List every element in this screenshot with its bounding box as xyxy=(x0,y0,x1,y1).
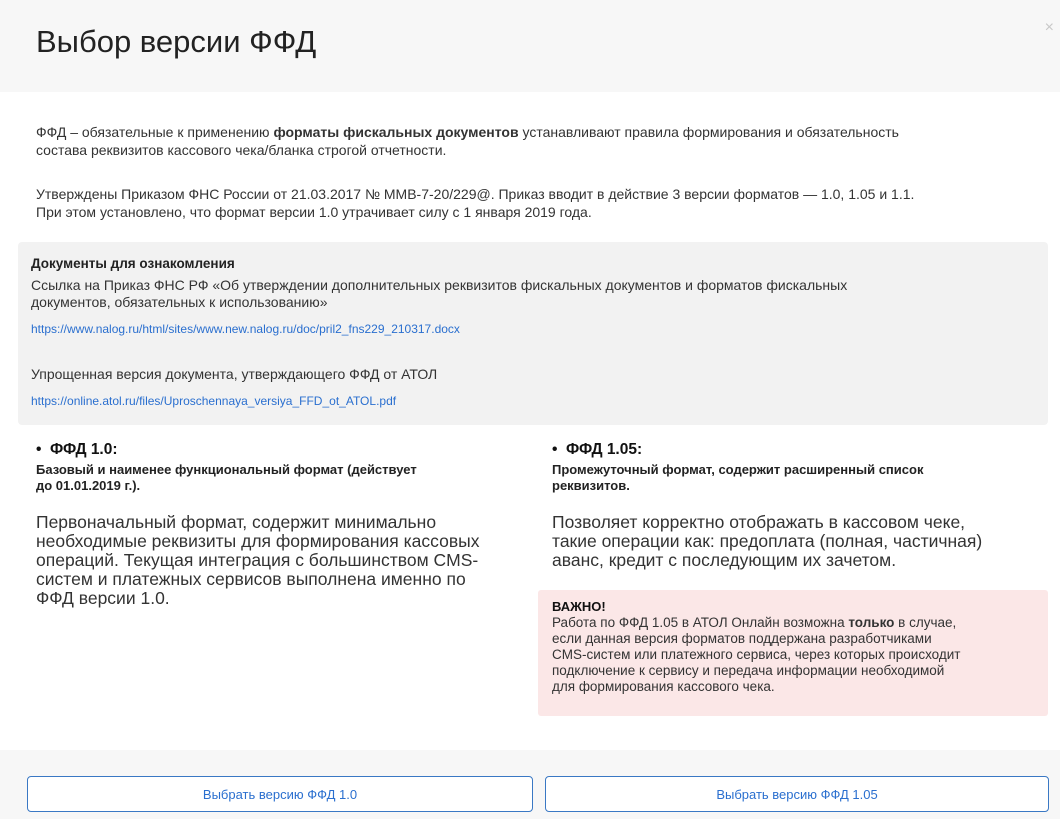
notice-line: если данная версия форматов поддержана р… xyxy=(552,631,932,646)
intro-text: Утверждены Приказом ФНС России от 21.03.… xyxy=(36,186,915,202)
bullet: • xyxy=(36,441,42,458)
select-ffd105-button[interactable]: Выбрать версию ФФД 1.05 xyxy=(545,776,1049,812)
ffd10-desc-text: систем и платежных сервисов выполнена им… xyxy=(36,569,466,589)
notice-title: ВАЖНО! xyxy=(552,599,606,614)
ffd10-desc-text: ФФД версии 1.0. xyxy=(36,588,170,608)
notice-line: подключение к сервису и передача информа… xyxy=(552,663,945,678)
ffd105-subtitle: Промежуточный формат, содержит расширенн… xyxy=(552,462,1042,494)
close-icon[interactable]: × xyxy=(1045,20,1054,36)
doc1-link[interactable]: https://www.nalog.ru/html/sites/www.new.… xyxy=(31,322,460,336)
doc1-text: Ссылка на Приказ ФНС РФ «Об утверждении … xyxy=(31,277,848,293)
ffd105-desc-text: такие операции как: предоплата (полная, … xyxy=(552,531,983,551)
documents-panel: Документы для ознакомления Ссылка на При… xyxy=(18,242,1048,425)
ffd10-subtitle-text: до 01.01.2019 г.). xyxy=(36,478,141,493)
ffd105-description: Позволяет корректно отображать в кассово… xyxy=(552,513,1042,570)
doc2-description: Упрощенная версия документа, утверждающе… xyxy=(31,366,438,382)
ffd10-subtitle-text: Базовый и наименее функциональный формат… xyxy=(36,462,417,477)
ffd10-title: ФФД 1.0: xyxy=(50,441,118,458)
intro-text: ФФД – обязательные к применению xyxy=(36,124,274,140)
notice-bold: только xyxy=(848,615,895,630)
ffd10-column: • ФФД 1.0: Базовый и наименее функциональ… xyxy=(36,440,526,608)
intro-paragraph-2: Утверждены Приказом ФНС России от 21.03.… xyxy=(36,185,1036,221)
notice-line: Работа по ФФД 1.05 в АТОЛ Онлайн возможн… xyxy=(552,615,849,630)
ffd10-subtitle: Базовый и наименее функциональный формат… xyxy=(36,462,526,494)
dialog-title: Выбор версии ФФД xyxy=(36,24,317,59)
notice-line: для формирования кассового чека. xyxy=(552,679,775,694)
select-ffd10-button[interactable]: Выбрать версию ФФД 1.0 xyxy=(27,776,533,812)
ffd105-desc-text: аванс, кредит с последующим их зачетом. xyxy=(552,550,897,570)
doc1-text: документов, обязательных к использованию… xyxy=(31,294,328,310)
ffd-version-dialog: Выбор версии ФФД × ФФД – обязательные к … xyxy=(0,0,1060,819)
intro-bold-text: форматы фискальных документов xyxy=(273,124,519,140)
notice-line: в случае, xyxy=(894,615,957,630)
intro-text: устанавливают правила формирования и обя… xyxy=(518,124,899,140)
ffd10-description: Первоначальный формат, содержит минималь… xyxy=(36,513,526,608)
ffd10-desc-text: необходимые реквизиты для формирования к… xyxy=(36,531,480,551)
notice-line: CMS-систем или платежного сервиса, через… xyxy=(552,647,961,662)
ffd105-desc-text: Позволяет корректно отображать в кассово… xyxy=(552,512,966,532)
ffd10-desc-text: операций. Текущая интеграция с большинст… xyxy=(36,550,479,570)
dialog-header: Выбор версии ФФД × xyxy=(0,0,1060,92)
ffd10-desc-text: Первоначальный формат, содержит минималь… xyxy=(36,512,437,532)
notice-text: Работа по ФФД 1.05 в АТОЛ Онлайн возможн… xyxy=(552,615,1042,695)
intro-paragraph-1: ФФД – обязательные к применению форматы … xyxy=(36,123,1036,159)
ffd105-subtitle-text: Промежуточный формат, содержит расширенн… xyxy=(552,462,924,477)
ffd105-title: ФФД 1.05: xyxy=(566,441,643,458)
intro-text: При этом установлено, что формат версии … xyxy=(36,204,592,220)
important-notice: ВАЖНО! Работа по ФФД 1.05 в АТОЛ Онлайн … xyxy=(538,590,1048,716)
ffd105-heading: • ФФД 1.05: xyxy=(552,440,1042,460)
ffd105-column: • ФФД 1.05: Промежуточный формат, содержи… xyxy=(552,440,1042,570)
intro-text: состава реквизитов кассового чека/бланка… xyxy=(36,142,447,158)
doc2-link[interactable]: https://online.atol.ru/files/Uproschenna… xyxy=(31,394,396,408)
ffd105-subtitle-text: реквизитов. xyxy=(552,478,630,493)
bullet: • xyxy=(552,441,558,458)
ffd10-heading: • ФФД 1.0: xyxy=(36,440,526,460)
documents-title: Документы для ознакомления xyxy=(31,256,235,271)
doc1-description: Ссылка на Приказ ФНС РФ «Об утверждении … xyxy=(31,277,1011,311)
